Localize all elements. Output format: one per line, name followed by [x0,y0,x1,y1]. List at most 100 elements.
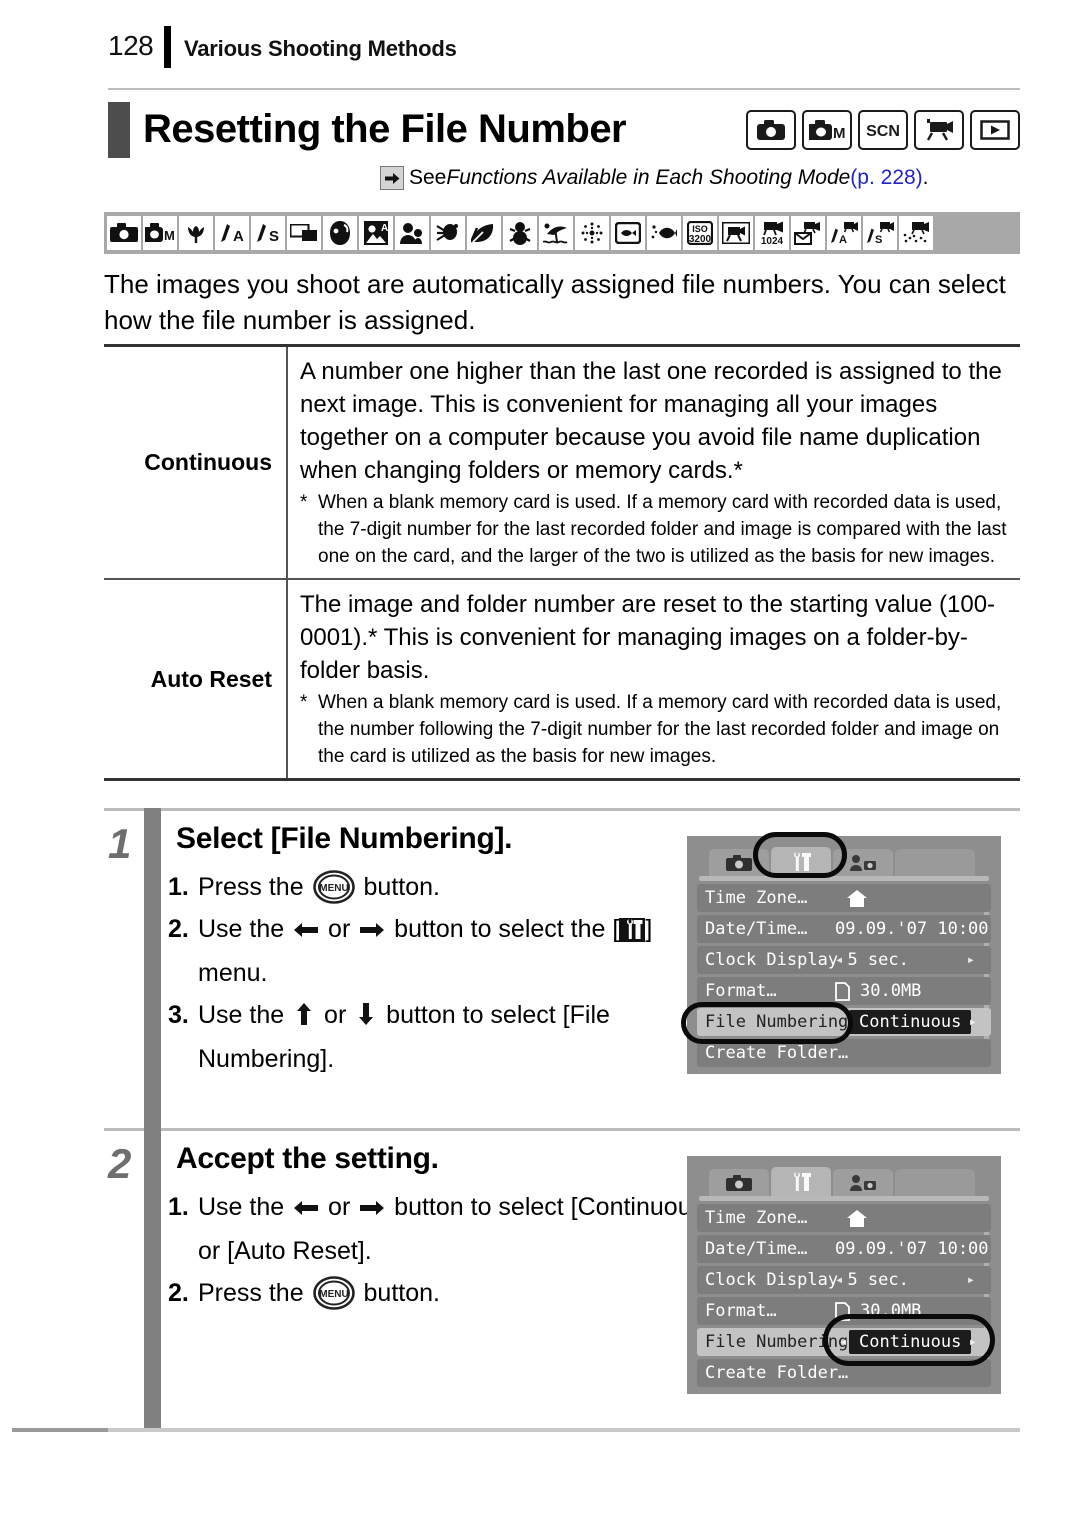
step-instruction-list: 1. Use the or button to select [Continuo… [168,1186,728,1314]
lcd-value-text: 5 sec. [847,1270,909,1290]
my-camera-tab[interactable] [833,849,893,876]
tools-tab[interactable] [771,847,831,876]
row-footnote: * When a blank memory card is used. If a… [300,489,1020,570]
row-description: A number one higher than the last one re… [300,358,1002,484]
lcd-row-create-folder[interactable]: Create Folder… [697,1359,991,1387]
list-item-text: Press the MENU button. [198,1272,728,1314]
lcd-row-file-numbering[interactable]: File Numbering Continuous ▸ [697,1008,991,1036]
step-heading: Accept the setting. [176,1142,439,1175]
right-arrow-icon [360,910,385,952]
night-snapshot-icon: A [359,216,393,250]
svg-text:MENU: MENU [319,1289,348,1300]
step-heading: Select [File Numbering]. [176,822,513,855]
lcd-row-clock-display[interactable]: Clock Display ◂ 5 sec. ▸ [697,946,991,974]
lcd-row-date-time[interactable]: Date/Time… 09.09.'07 10:00 [697,915,991,943]
lcd-row-create-folder[interactable]: Create Folder… [697,1039,991,1067]
lcd-row-format[interactable]: Format… 30.0MB [697,1297,991,1325]
camera-tab[interactable] [709,1169,769,1196]
footnote-text: When a blank memory card is used. If a m… [318,492,1007,567]
caret-right-icon[interactable]: ▸ [969,1334,977,1350]
stitch-assist-icon [287,216,321,250]
caret-right-icon[interactable]: ▸ [967,952,975,968]
kids-pets-icon [395,216,429,250]
row-description: The image and folder number are reset to… [300,591,996,684]
caret-left-icon[interactable]: ◂ [835,952,843,968]
down-arrow-icon [356,996,376,1038]
step-divider-rule [104,808,1020,811]
lcd-row-value: 30.0MB [835,981,921,1001]
lcd-row-clock-display[interactable]: Clock Display ◂ 5 sec. ▸ [697,1266,991,1294]
list-item: 2. Use the or button to select the [] me… [168,908,728,994]
lcd-value-box[interactable]: Continuous [849,1330,972,1354]
tools-tab[interactable] [771,1167,831,1196]
footnote-marker: * [300,692,308,713]
foliage-icon [467,216,501,250]
svg-text:S: S [269,228,279,245]
camera-tab[interactable] [709,849,769,876]
lcd-row-label: Format… [705,981,777,1001]
shutter-priority-tv-icon: S [251,216,285,250]
aperture-priority-av-icon: A [215,216,249,250]
movie-1024-icon: 1024 [755,216,789,250]
macro-tulip-icon [179,216,213,250]
lcd-row-time-zone[interactable]: Time Zone… [697,884,991,912]
card-icon [835,981,850,1001]
snow-icon [503,216,537,250]
list-item: 1. Press the MENU button. [168,866,728,908]
lcd-row-value: 30.0MB [835,1301,921,1321]
lcd-row-date-time[interactable]: Date/Time… 09.09.'07 10:00 [697,1235,991,1263]
left-arrow-icon [294,910,319,952]
lcd-row-label: Clock Display [705,950,839,970]
caret-left-icon[interactable]: ◂ [839,1334,847,1350]
svg-text:1024: 1024 [761,236,784,245]
list-item-index: 1. [168,873,189,901]
caret-right-icon[interactable]: ▸ [969,1014,977,1030]
footer-rule [12,1428,1020,1432]
fireworks-icon [575,216,609,250]
see-reference-title: Functions Available in Each Shooting Mod… [446,166,851,189]
svg-text:A: A [381,223,388,234]
lcd-row-value: 09.09.'07 10:00 [835,919,989,939]
right-arrow-icon [360,1188,385,1230]
tab-filler [895,849,975,876]
lcd-row-time-zone[interactable]: Time Zone… [697,1204,991,1232]
page-title: Resetting the File Number [143,107,627,151]
options-table: Continuous A number one higher than the … [104,344,1020,781]
arrow-right-icon [380,166,404,190]
caret-right-icon[interactable]: ▸ [967,1272,975,1288]
list-item: 2. Press the MENU button. [168,1272,728,1314]
see-page-link[interactable]: (p. 228) [850,166,922,190]
lcd-row-format[interactable]: Format… 30.0MB [697,977,991,1005]
svg-text:MENU: MENU [319,883,348,894]
lcd-row-file-numbering[interactable]: File Numbering Continuous ◂ ▸ [697,1328,991,1356]
portrait-icon [323,216,357,250]
lcd-row-value [847,1209,867,1227]
caret-left-icon[interactable]: ◂ [835,1272,843,1288]
lcd-row-label: Time Zone… [705,888,808,908]
svg-text:A: A [233,228,244,245]
shooting-mode-icon-strip: M A S A ISO 3200 1024 A S [104,212,1020,254]
svg-text:ISO: ISO [692,224,708,234]
lcd-value-text: 30.0MB [860,981,922,1001]
tab-filler [895,1169,975,1196]
step-section-2: 2 Accept the setting. 1. Use the or butt… [104,1128,1020,1430]
list-item: 3. Use the or button to select [File Num… [168,994,728,1080]
page-header: 128 Various Shooting Methods [108,26,1020,74]
list-item-text: Use the or button to select [Continuous]… [198,1186,728,1272]
tools-menu-icon [619,918,646,942]
indoor-icon [431,216,465,250]
lcd-row-value: Continuous [849,1010,972,1034]
menu-button-icon[interactable]: MENU [312,1276,355,1310]
menu-button-icon[interactable]: MENU [312,870,355,904]
step-section-1: 1 Select [File Numbering]. 1. Press the … [104,808,1020,1128]
row-footnote: * When a blank memory card is used. If a… [300,689,1020,770]
step-vertical-bar [144,808,161,1128]
camera-lcd-screen-step-2: Time Zone… Date/Time… 09.09.'07 10:00 Cl… [687,1156,1001,1394]
lcd-value-box[interactable]: Continuous [849,1010,972,1034]
my-camera-tab[interactable] [833,1169,893,1196]
camera-manual-icon: M [802,110,852,150]
home-icon [847,1209,867,1227]
playback-mode-icon [970,110,1020,150]
footer-rule-accent [12,1428,108,1432]
lcd-value-text: 5 sec. [847,950,909,970]
